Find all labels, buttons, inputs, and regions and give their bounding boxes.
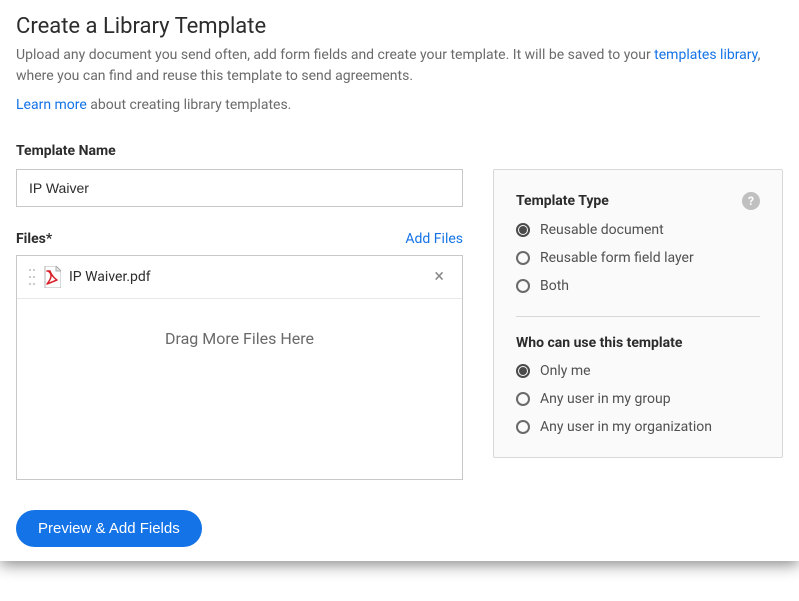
template-name-label: Template Name — [16, 143, 783, 159]
radio-icon — [516, 279, 530, 293]
add-files-link[interactable]: Add Files — [405, 231, 463, 247]
panel-divider — [516, 316, 760, 317]
radio-label: Reusable document — [540, 222, 664, 238]
template-name-input[interactable] — [16, 169, 463, 207]
radio-icon — [516, 223, 530, 237]
template-type-group: Reusable document Reusable form field la… — [516, 222, 760, 294]
radio-icon — [516, 251, 530, 265]
templates-library-link[interactable]: templates library — [654, 47, 757, 63]
file-item: IP Waiver.pdf × — [17, 256, 462, 299]
radio-label: Both — [540, 278, 569, 294]
file-name: IP Waiver.pdf — [69, 269, 420, 285]
radio-label: Any user in my group — [540, 391, 671, 407]
drag-handle-icon[interactable] — [29, 269, 35, 285]
intro-text: Upload any document you send often, add … — [16, 45, 783, 87]
radio-any-user-group[interactable]: Any user in my group — [516, 391, 760, 407]
radio-both[interactable]: Both — [516, 278, 760, 294]
intro-before: Upload any document you send often, add … — [16, 47, 654, 63]
learn-more-link[interactable]: Learn more — [16, 97, 87, 113]
files-label: Files* — [16, 231, 52, 247]
preview-add-fields-button[interactable]: Preview & Add Fields — [16, 510, 202, 547]
files-dropzone[interactable]: IP Waiver.pdf × Drag More Files Here — [16, 255, 463, 480]
radio-label: Only me — [540, 363, 591, 379]
radio-any-user-organization[interactable]: Any user in my organization — [516, 419, 760, 435]
radio-label: Any user in my organization — [540, 419, 712, 435]
radio-reusable-document[interactable]: Reusable document — [516, 222, 760, 238]
remove-file-icon[interactable]: × — [428, 268, 450, 286]
learn-more-line: Learn more about creating library templa… — [16, 97, 783, 113]
radio-only-me[interactable]: Only me — [516, 363, 760, 379]
permission-group: Only me Any user in my group Any user in… — [516, 363, 760, 435]
template-type-title: Template Type — [516, 193, 609, 209]
page-title: Create a Library Template — [16, 14, 783, 39]
permission-title: Who can use this template — [516, 335, 760, 351]
pdf-icon — [43, 266, 61, 288]
learn-more-after: about creating library templates. — [87, 97, 292, 113]
help-icon[interactable]: ? — [742, 192, 760, 210]
radio-reusable-form-field-layer[interactable]: Reusable form field layer — [516, 250, 760, 266]
options-panel: Template Type ? Reusable document Reusab… — [493, 169, 783, 458]
drag-hint: Drag More Files Here — [17, 299, 462, 378]
radio-icon — [516, 392, 530, 406]
radio-icon — [516, 420, 530, 434]
radio-icon — [516, 364, 530, 378]
radio-label: Reusable form field layer — [540, 250, 694, 266]
